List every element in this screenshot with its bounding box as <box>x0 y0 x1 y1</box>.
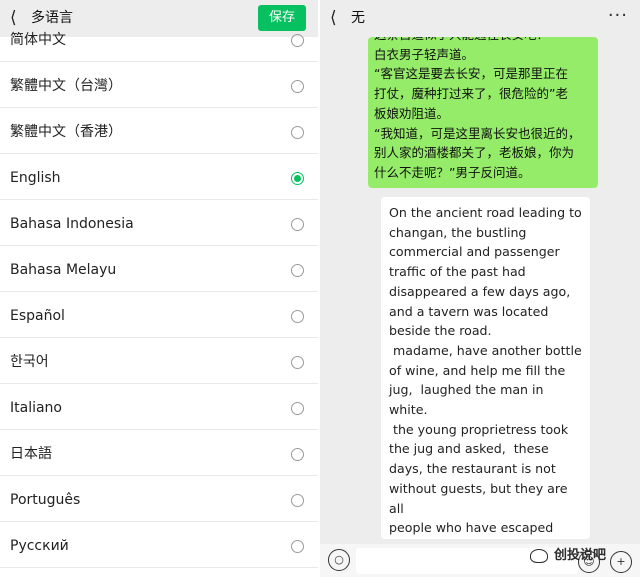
message-line: 打仗，魔种打过来了，很危险的”老 <box>374 86 568 102</box>
chat-pane: ⟨ 无 ··· 这条古道似乎只能通往长安吧？白衣男子轻声道。 “客官这是要去长安，… <box>320 0 640 577</box>
sent-message-bubble[interactable]: 这条古道似乎只能通往长安吧？白衣男子轻声道。 “客官这是要去长安，可是那里正在打仗… <box>368 37 598 188</box>
plus-icon[interactable]: + <box>610 551 632 573</box>
language-option[interactable]: 한국어 <box>0 338 318 384</box>
message-line: people who have escaped <box>389 520 554 536</box>
language-option[interactable]: Español <box>0 292 318 338</box>
message-line: the jug and asked, these <box>389 441 549 457</box>
language-label: English <box>10 170 61 186</box>
message-line: “客官这是要去长安，可是那里正在 <box>374 66 568 82</box>
language-label: Русский <box>10 538 69 554</box>
watermark: 创投说吧 <box>530 545 606 567</box>
radio-unchecked-icon[interactable] <box>291 540 304 553</box>
language-list: 简体中文繁體中文（台灣） 繁體中文（香港） English Bahasa Indone… <box>0 32 318 568</box>
message-line: beside the road. <box>389 323 492 339</box>
sent-message-text: 这条古道似乎只能通往长安吧？白衣男子轻声道。 “客官这是要去长安，可是那里正在打仗… <box>374 37 592 183</box>
language-label: Español <box>10 308 65 324</box>
language-option[interactable]: Italiano <box>0 384 318 430</box>
message-line: 板娘劝阻道。 <box>374 105 450 121</box>
radio-unchecked-icon[interactable] <box>291 356 304 369</box>
language-label: 繁體中文（台灣） <box>10 78 122 94</box>
page-title: 多语言 <box>31 10 73 26</box>
message-line: “我知道，可是这里离长安也很近的， <box>374 125 581 141</box>
language-option[interactable]: 繁體中文（台灣） <box>0 62 318 108</box>
language-option[interactable]: Bahasa Melayu <box>0 246 318 292</box>
radio-unchecked-icon[interactable] <box>291 126 304 139</box>
radio-unchecked-icon[interactable] <box>291 264 304 277</box>
more-icon[interactable]: ··· <box>608 5 628 26</box>
radio-unchecked-icon[interactable] <box>291 494 304 507</box>
message-line: commercial and passenger <box>389 244 560 260</box>
message-line: 白衣男子轻声道。 <box>374 46 475 62</box>
language-settings-pane: ⟨ 多语言 保存 简体中文繁體中文（台灣） 繁體中文（香港） English Baha… <box>0 0 318 577</box>
radio-unchecked-icon[interactable] <box>291 402 304 415</box>
chat-header: ⟨ 无 ··· <box>320 0 640 37</box>
language-label: 繁體中文（香港） <box>10 124 122 140</box>
radio-unchecked-icon[interactable] <box>291 448 304 461</box>
message-line: the young proprietress took <box>389 421 569 437</box>
language-label: 简体中文 <box>10 32 66 48</box>
message-line: days, the restaurant is not <box>389 461 556 477</box>
watermark-text: 创投说吧 <box>554 548 607 563</box>
language-option[interactable]: 日本語 <box>0 430 318 476</box>
chevron-left-icon[interactable]: ⟨ <box>330 8 337 28</box>
language-option[interactable]: 繁體中文（香港） <box>0 108 318 154</box>
message-line: traffic of the past had <box>389 264 526 280</box>
chat-title: 无 <box>351 10 365 26</box>
message-line: without guests, but they are all <box>389 480 572 516</box>
language-option[interactable]: Português <box>0 476 318 522</box>
message-line: On the ancient road leading to <box>389 205 582 220</box>
language-label: 한국어 <box>10 354 49 370</box>
message-line: from the famine, and most of <box>389 538 582 539</box>
radio-unchecked-icon[interactable] <box>291 310 304 323</box>
message-line: changan, the bustling <box>389 224 527 240</box>
radio-checked-icon[interactable] <box>291 172 304 185</box>
received-message-bubble[interactable]: On the ancient road leading to changan, t… <box>381 197 590 539</box>
language-label: Bahasa Indonesia <box>10 216 134 232</box>
wechat-logo-icon <box>530 548 548 563</box>
language-label: 日本語 <box>10 446 52 462</box>
language-option[interactable]: 简体中文 <box>0 32 318 62</box>
radio-unchecked-icon[interactable] <box>291 218 304 231</box>
language-option[interactable]: Bahasa Indonesia <box>0 200 318 246</box>
voice-icon[interactable]: ○ <box>328 549 350 571</box>
language-label: Português <box>10 492 81 508</box>
message-line: jug, laughed the man in white. <box>389 382 548 418</box>
language-label: Bahasa Melayu <box>10 262 117 278</box>
save-button[interactable]: 保存 <box>258 5 306 31</box>
language-option[interactable]: English <box>0 154 318 200</box>
chevron-left-icon[interactable]: ⟨ <box>10 8 17 28</box>
language-label: Italiano <box>10 400 62 416</box>
language-option[interactable]: Русский <box>0 522 318 568</box>
message-line: and a tavern was located <box>389 303 549 319</box>
message-line: madame, have another bottle <box>389 342 582 358</box>
radio-unchecked-icon[interactable] <box>291 80 304 93</box>
radio-unchecked-icon[interactable] <box>291 34 304 47</box>
message-line: disappeared a few days ago, <box>389 283 571 299</box>
message-line: 这条古道似乎只能通往长安吧？ <box>374 37 592 45</box>
message-line: of wine, and help me fill the <box>389 362 566 378</box>
message-line: 别人家的酒楼都关了，老板娘，你为 <box>374 145 575 161</box>
message-line: 什么不走呢？”男子反问道。 <box>374 164 531 180</box>
